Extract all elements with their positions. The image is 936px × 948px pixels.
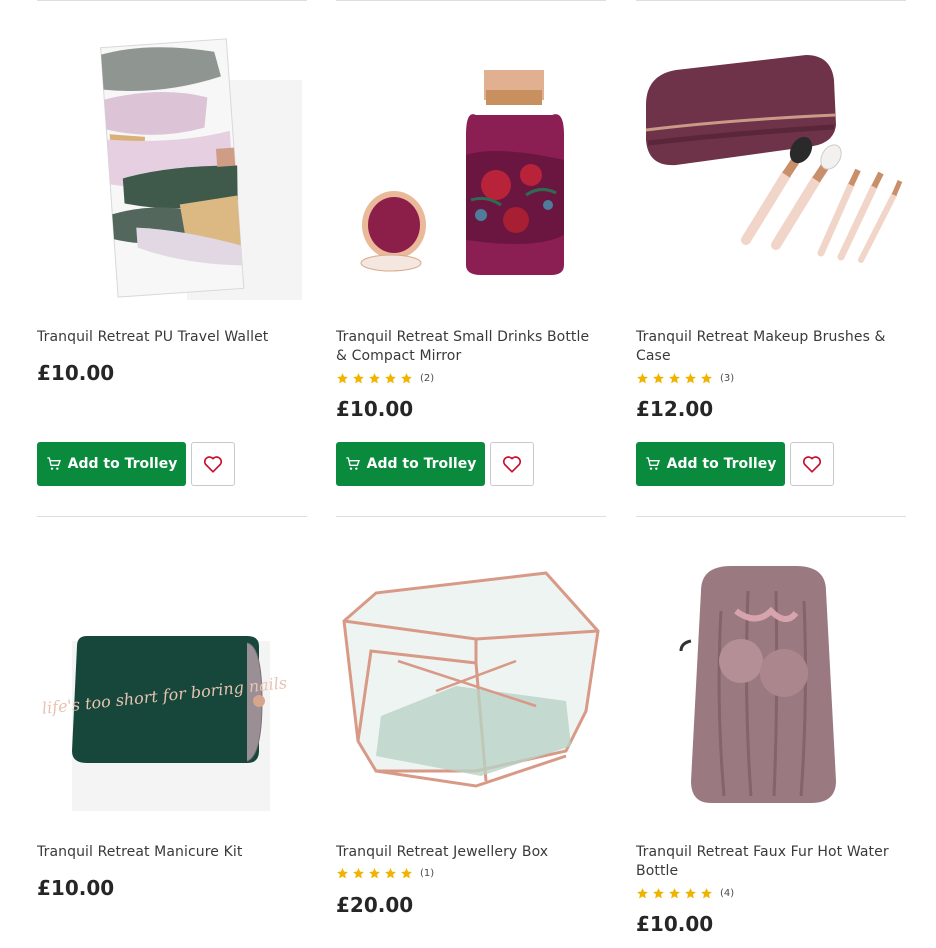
card-divider bbox=[636, 0, 906, 1]
star-icon bbox=[385, 867, 396, 878]
star-icon bbox=[337, 867, 348, 878]
add-to-trolley-label: Add to Trolley bbox=[666, 456, 777, 472]
star-icon bbox=[669, 372, 680, 383]
star-icon bbox=[401, 372, 412, 383]
add-to-trolley-button[interactable]: Add to Trolley bbox=[636, 442, 785, 486]
star-icon bbox=[369, 867, 380, 878]
add-to-trolley-button[interactable]: Add to Trolley bbox=[37, 442, 186, 486]
product-name[interactable]: Tranquil Retreat Makeup Brushes & Case bbox=[636, 328, 902, 366]
product-image-makeup-brushes[interactable] bbox=[636, 35, 906, 305]
star-rating: (4) bbox=[636, 886, 734, 900]
product-image-travel-wallet[interactable] bbox=[37, 35, 307, 305]
add-to-trolley-button[interactable]: Add to Trolley bbox=[336, 442, 485, 486]
cart-icon bbox=[645, 457, 660, 470]
product-price: £12.00 bbox=[636, 397, 714, 421]
heart-icon bbox=[802, 456, 822, 473]
product-name[interactable]: Tranquil Retreat Faux Fur Hot Water Bott… bbox=[636, 843, 902, 881]
card-divider bbox=[636, 516, 906, 517]
product-image-jewellery-box[interactable] bbox=[336, 551, 606, 821]
product-card: Tranquil Retreat PU Travel Wallet £10.00… bbox=[37, 0, 307, 500]
product-name[interactable]: Tranquil Retreat Jewellery Box bbox=[336, 843, 602, 862]
star-icon bbox=[337, 372, 348, 383]
product-price: £10.00 bbox=[636, 912, 714, 936]
add-to-trolley-label: Add to Trolley bbox=[366, 456, 477, 472]
product-image-hot-water-bottle[interactable] bbox=[636, 551, 906, 821]
rating-count: (4) bbox=[720, 887, 735, 899]
wishlist-button[interactable] bbox=[191, 442, 235, 486]
star-icon bbox=[637, 372, 648, 383]
star-icon bbox=[669, 887, 680, 898]
star-rating: (1) bbox=[336, 866, 434, 880]
cart-icon bbox=[345, 457, 360, 470]
product-price: £10.00 bbox=[336, 397, 414, 421]
rating-count: (3) bbox=[720, 372, 735, 384]
product-image-manicure-kit[interactable]: life's too short for boring nails bbox=[37, 551, 307, 821]
star-icon bbox=[385, 372, 396, 383]
star-icon bbox=[653, 887, 664, 898]
star-icon bbox=[401, 867, 412, 878]
star-rating: (2) bbox=[336, 371, 434, 385]
product-image-drinks-bottle[interactable] bbox=[336, 35, 606, 305]
star-icon bbox=[701, 372, 712, 383]
heart-icon bbox=[502, 456, 522, 473]
card-divider bbox=[336, 516, 606, 517]
wishlist-button[interactable] bbox=[790, 442, 834, 486]
product-card: Tranquil Retreat Makeup Brushes & Case (… bbox=[636, 0, 906, 500]
product-price: £20.00 bbox=[336, 893, 414, 917]
star-icon bbox=[353, 867, 364, 878]
star-icon bbox=[353, 372, 364, 383]
rating-count: (2) bbox=[420, 372, 435, 384]
add-to-trolley-label: Add to Trolley bbox=[67, 456, 178, 472]
product-name[interactable]: Tranquil Retreat PU Travel Wallet bbox=[37, 328, 303, 347]
star-icon bbox=[637, 887, 648, 898]
cart-icon bbox=[46, 457, 61, 470]
card-divider bbox=[37, 0, 307, 1]
product-price: £10.00 bbox=[37, 876, 115, 900]
wishlist-button[interactable] bbox=[490, 442, 534, 486]
star-icon bbox=[369, 372, 380, 383]
star-icon bbox=[701, 887, 712, 898]
product-price: £10.00 bbox=[37, 361, 115, 385]
rating-count: (1) bbox=[420, 867, 435, 879]
star-icon bbox=[685, 887, 696, 898]
card-divider bbox=[37, 516, 307, 517]
star-icon bbox=[685, 372, 696, 383]
product-name[interactable]: Tranquil Retreat Manicure Kit bbox=[37, 843, 303, 862]
product-card: Tranquil Retreat Jewellery Box (1) £20.0… bbox=[336, 516, 606, 948]
product-card: life's too short for boring nails Tranqu… bbox=[37, 516, 307, 948]
heart-icon bbox=[203, 456, 223, 473]
star-rating: (3) bbox=[636, 371, 734, 385]
star-icon bbox=[653, 372, 664, 383]
product-name[interactable]: Tranquil Retreat Small Drinks Bottle & C… bbox=[336, 328, 602, 366]
product-card: Tranquil Retreat Faux Fur Hot Water Bott… bbox=[636, 516, 906, 948]
card-divider bbox=[336, 0, 606, 1]
product-card: Tranquil Retreat Small Drinks Bottle & C… bbox=[336, 0, 606, 500]
